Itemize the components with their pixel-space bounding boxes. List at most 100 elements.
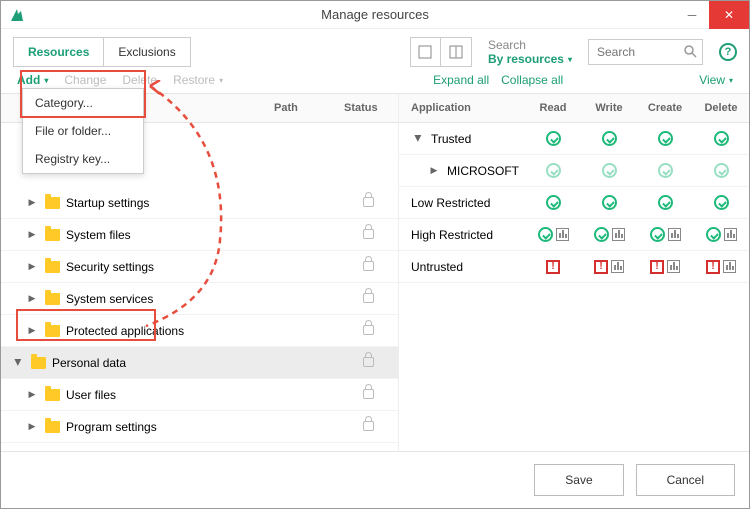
expand-all-link[interactable]: Expand all bbox=[433, 73, 489, 87]
minimize-button[interactable]: ─ bbox=[675, 1, 709, 29]
expand-icon[interactable]: ▶ bbox=[25, 325, 39, 336]
expand-icon[interactable]: ▶ bbox=[25, 229, 39, 240]
folder-icon bbox=[45, 229, 60, 241]
titlebar: Manage resources ─ ✕ bbox=[1, 1, 749, 29]
expand-icon[interactable]: ▶ bbox=[25, 197, 39, 208]
app-label: Trusted bbox=[431, 132, 471, 146]
collapse-all-link[interactable]: Collapse all bbox=[501, 73, 563, 87]
close-button[interactable]: ✕ bbox=[709, 1, 749, 29]
app-label: MICROSOFT bbox=[447, 164, 519, 178]
layout-split-button[interactable] bbox=[441, 38, 471, 66]
tree-row[interactable]: ▶User files bbox=[1, 379, 398, 411]
search-mode-selector[interactable]: Search By resources▾ bbox=[488, 38, 572, 66]
app-row-high[interactable]: High Restricted bbox=[399, 219, 749, 251]
app-label: Untrusted bbox=[411, 260, 463, 274]
perm-cell[interactable] bbox=[693, 163, 749, 178]
window-controls: ─ ✕ bbox=[675, 1, 749, 29]
perm-cell[interactable] bbox=[525, 227, 581, 242]
col-status[interactable]: Status bbox=[338, 94, 398, 122]
help-button[interactable]: ? bbox=[719, 43, 737, 61]
col-delete[interactable]: Delete bbox=[693, 94, 749, 122]
perm-cell[interactable]: ! bbox=[581, 260, 637, 274]
tree-row-personal-data[interactable]: ▶Personal data bbox=[1, 347, 398, 379]
add-registry-item[interactable]: Registry key... bbox=[23, 145, 143, 173]
permissions-header: Application Read Write Create Delete bbox=[399, 94, 749, 123]
search-icon bbox=[683, 44, 697, 61]
expand-icon[interactable]: ▶ bbox=[427, 165, 441, 176]
log-icon bbox=[612, 228, 625, 241]
collapse-icon[interactable]: ▶ bbox=[13, 356, 24, 370]
tree-row[interactable]: ▶Program settings bbox=[1, 411, 398, 443]
col-create[interactable]: Create bbox=[637, 94, 693, 122]
perm-cell[interactable] bbox=[525, 195, 581, 210]
col-path[interactable]: Path bbox=[268, 94, 338, 122]
chevron-down-icon: ▾ bbox=[729, 76, 733, 85]
allow-icon bbox=[650, 227, 665, 242]
delete-menu[interactable]: Delete bbox=[122, 73, 157, 87]
perm-cell[interactable] bbox=[637, 131, 693, 146]
perm-cell[interactable]: ! bbox=[637, 260, 693, 274]
tab-exclusions[interactable]: Exclusions bbox=[104, 38, 189, 66]
perm-cell[interactable] bbox=[637, 163, 693, 178]
tab-resources[interactable]: Resources bbox=[14, 38, 104, 66]
chevron-down-icon: ▾ bbox=[44, 76, 48, 85]
perm-cell[interactable]: ! bbox=[693, 260, 749, 274]
perm-cell[interactable] bbox=[581, 195, 637, 210]
perm-cell[interactable] bbox=[525, 163, 581, 178]
tree-row[interactable]: ▶ System services bbox=[1, 283, 398, 315]
tree-row[interactable]: ▶ Startup settings bbox=[1, 187, 398, 219]
view-menu[interactable]: View ▾ bbox=[699, 73, 733, 87]
perm-cell[interactable] bbox=[637, 227, 693, 242]
allow-icon bbox=[594, 227, 609, 242]
app-row-trusted[interactable]: ▶ Trusted bbox=[399, 123, 749, 155]
perm-cell[interactable] bbox=[581, 163, 637, 178]
perm-cell[interactable]: ! bbox=[525, 260, 581, 274]
expand-icon[interactable]: ▶ bbox=[25, 421, 39, 432]
perm-cell[interactable] bbox=[581, 131, 637, 146]
save-button[interactable]: Save bbox=[534, 464, 623, 496]
tree-row[interactable]: ▶Security settings bbox=[1, 251, 398, 283]
folder-icon bbox=[45, 389, 60, 401]
allow-icon bbox=[546, 195, 561, 210]
col-application[interactable]: Application bbox=[399, 94, 525, 122]
perm-cell[interactable] bbox=[693, 195, 749, 210]
perm-cell[interactable] bbox=[693, 131, 749, 146]
perm-cell[interactable] bbox=[637, 195, 693, 210]
chevron-down-icon: ▾ bbox=[568, 55, 572, 64]
perm-cell[interactable] bbox=[581, 227, 637, 242]
expand-icon[interactable]: ▶ bbox=[25, 293, 39, 304]
log-icon bbox=[723, 260, 736, 273]
tree-row[interactable]: ▶System files bbox=[1, 219, 398, 251]
cancel-button[interactable]: Cancel bbox=[636, 464, 735, 496]
layout-single-button[interactable] bbox=[411, 38, 441, 66]
collapse-icon[interactable]: ▶ bbox=[413, 132, 424, 146]
app-row-low[interactable]: Low Restricted bbox=[399, 187, 749, 219]
col-write[interactable]: Write bbox=[581, 94, 637, 122]
folder-icon bbox=[45, 421, 60, 433]
lock-icon bbox=[363, 197, 374, 207]
perm-cell[interactable] bbox=[693, 227, 749, 242]
deny-icon: ! bbox=[706, 260, 720, 274]
add-category-item[interactable]: Category... bbox=[23, 89, 143, 117]
app-row-microsoft[interactable]: ▶ MICROSOFT bbox=[399, 155, 749, 187]
allow-icon bbox=[658, 195, 673, 210]
tree-label: Protected applications bbox=[66, 324, 184, 338]
tree-label: Startup settings bbox=[66, 196, 149, 210]
permissions-pane: Application Read Write Create Delete ▶ Tr… bbox=[399, 94, 749, 451]
change-menu[interactable]: Change bbox=[64, 73, 106, 87]
add-file-folder-item[interactable]: File or folder... bbox=[23, 117, 143, 145]
col-read[interactable]: Read bbox=[525, 94, 581, 122]
app-row-untrusted[interactable]: Untrusted ! ! ! ! bbox=[399, 251, 749, 283]
restore-menu[interactable]: Restore ▾ bbox=[173, 73, 223, 87]
search-mode: By resources bbox=[488, 52, 564, 66]
expand-icon[interactable]: ▶ bbox=[25, 261, 39, 272]
app-logo bbox=[9, 7, 25, 23]
log-icon bbox=[556, 228, 569, 241]
tree-label: System services bbox=[66, 292, 153, 306]
add-menu[interactable]: Add▾ bbox=[17, 73, 48, 87]
lock-icon bbox=[363, 357, 374, 367]
perm-cell[interactable] bbox=[525, 131, 581, 146]
tree-row[interactable]: ▶ Protected applications bbox=[1, 315, 398, 347]
log-icon bbox=[668, 228, 681, 241]
expand-icon[interactable]: ▶ bbox=[25, 389, 39, 400]
